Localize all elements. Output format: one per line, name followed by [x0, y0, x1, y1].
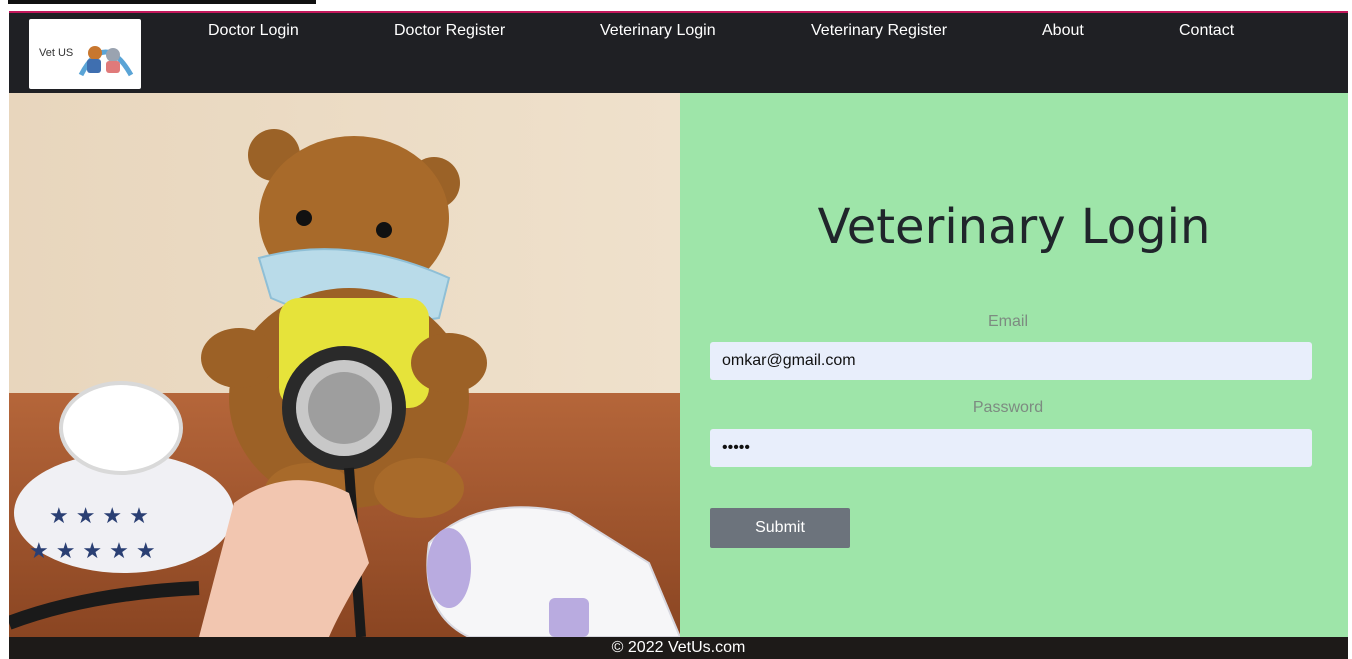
- pets-logo-icon: [78, 46, 134, 77]
- nav-veterinary-login[interactable]: Veterinary Login: [600, 22, 716, 40]
- logo-text: Vet US: [39, 47, 74, 59]
- page-title: Veterinary Login: [817, 199, 1211, 255]
- email-field[interactable]: [710, 342, 1312, 380]
- nav-doctor-register[interactable]: Doctor Register: [394, 22, 505, 40]
- nav-doctor-login[interactable]: Doctor Login: [208, 22, 299, 40]
- navbar: Vet US Doctor Login Doctor Register Vete…: [9, 11, 1348, 93]
- password-field[interactable]: [710, 429, 1312, 467]
- teddy-bear-vet-photo: ★ ★ ★ ★ ★ ★ ★ ★ ★: [9, 93, 680, 637]
- email-label: Email: [987, 313, 1028, 330]
- svg-text:★ ★ ★ ★ ★: ★ ★ ★ ★ ★: [29, 539, 156, 564]
- footer-copyright: © 2022 VetUs.com: [611, 639, 746, 656]
- login-panel: Veterinary Login Email Password Submit: [680, 93, 1348, 637]
- nav-about[interactable]: About: [1042, 22, 1084, 40]
- nav-contact[interactable]: Contact: [1179, 22, 1234, 40]
- password-label: Password: [972, 399, 1044, 416]
- submit-button[interactable]: Submit: [710, 508, 850, 548]
- site-logo[interactable]: Vet US: [29, 19, 141, 89]
- top-strip: [8, 0, 316, 4]
- nav-veterinary-register[interactable]: Veterinary Register: [811, 22, 947, 40]
- footer: © 2022 VetUs.com: [9, 637, 1348, 659]
- hero-image: ★ ★ ★ ★ ★ ★ ★ ★ ★: [9, 93, 680, 637]
- svg-text:★ ★ ★ ★: ★ ★ ★ ★: [49, 504, 149, 529]
